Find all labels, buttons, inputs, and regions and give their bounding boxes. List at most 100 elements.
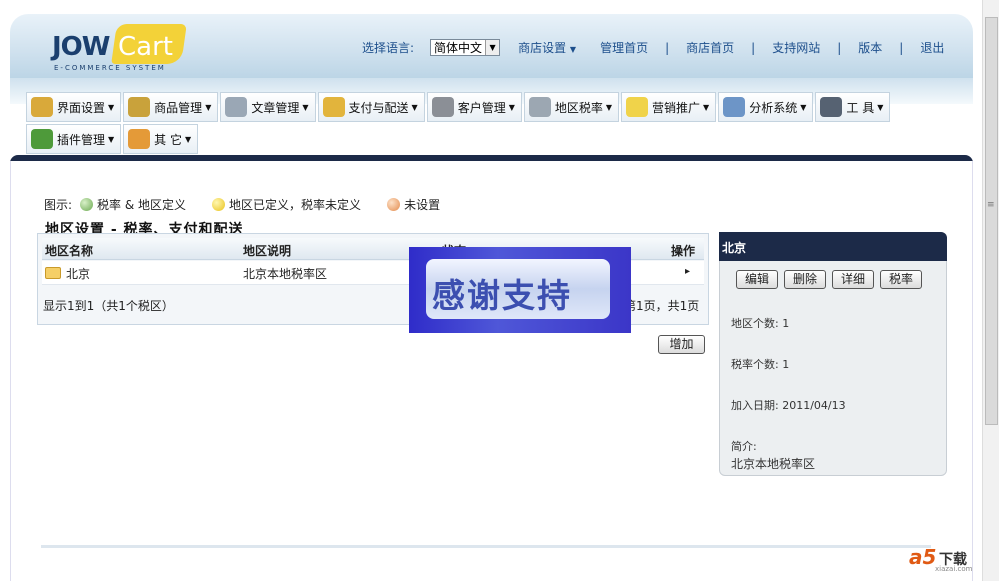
- caret-down-icon: ▼: [411, 102, 418, 112]
- legend-item-unset: 未设置: [404, 198, 441, 212]
- monitor-icon: [31, 97, 53, 117]
- add-zone-button[interactable]: 增加: [658, 335, 705, 354]
- main-menu-row-2: 插件管理 ▼ 其 它 ▼: [26, 124, 946, 154]
- version-link[interactable]: 版本: [858, 39, 882, 56]
- user-icon: [431, 97, 454, 117]
- a5-brand: a5: [909, 545, 937, 569]
- caret-down-icon: ▼: [800, 102, 807, 112]
- detail-panel: 北京 编辑 删除 详细 税率 地区个数: 1 税率个数: 1 加入日期: 201…: [719, 232, 947, 476]
- watermark-banner-text: 感谢支持: [432, 276, 572, 315]
- logo[interactable]: JOW Cart E-COMMERCE SYSTEM: [52, 24, 192, 72]
- menu-item-tools[interactable]: 工 具 ▼: [815, 92, 891, 122]
- zone-description: 北京本地税率区: [243, 267, 328, 281]
- menu-item-label: 插件管理: [57, 132, 106, 147]
- store-settings-label: 商店设置: [518, 41, 567, 55]
- vertical-scrollbar[interactable]: ≡: [982, 0, 999, 581]
- plugin-icon: [31, 129, 53, 149]
- menu-item-user[interactable]: 客户管理 ▼: [426, 92, 522, 122]
- header: JOW Cart E-COMMERCE SYSTEM 选择语言: 简体中文 ▼ …: [10, 14, 973, 78]
- details-button[interactable]: 详细: [832, 270, 875, 289]
- caret-down-icon: ▼: [302, 102, 309, 112]
- chevron-down-icon[interactable]: ▼: [485, 40, 500, 55]
- menu-item-label: 界面设置: [57, 100, 106, 115]
- edit-button[interactable]: 编辑: [736, 270, 779, 289]
- footer-divider: [41, 545, 931, 548]
- admin-home-link[interactable]: 管理首页: [600, 39, 648, 56]
- pagination-summary: 显示1到1（共1个税区）: [43, 299, 174, 313]
- tools-icon: [820, 97, 843, 117]
- menu-item-label: 支付与配送: [348, 100, 409, 115]
- menu-item-pencil[interactable]: 其 它 ▼: [123, 124, 199, 154]
- logo-text-left: JOW: [52, 32, 110, 62]
- menu-item-label: 地区税率: [554, 100, 603, 115]
- pen-icon: [225, 97, 248, 117]
- folder-icon: [45, 267, 61, 279]
- menu-item-pen[interactable]: 文章管理 ▼: [220, 92, 316, 122]
- intro-label: 简介:: [731, 440, 757, 453]
- top-navigation: 选择语言: 简体中文 ▼ 商店设置 ▼ 管理首页 | 商店首页 | 支持网站 |…: [362, 39, 944, 56]
- green-status-icon: [80, 198, 94, 211]
- pencil-icon: [128, 129, 151, 149]
- caret-down-icon: ▼: [108, 102, 115, 112]
- menu-item-label: 分析系统: [749, 100, 798, 115]
- caret-down-icon: ▼: [877, 102, 884, 112]
- nav-separator: |: [899, 40, 904, 55]
- menu-item-label: 商品管理: [154, 100, 203, 115]
- date-added: 加入日期: 2011/04/13: [731, 399, 846, 412]
- scrollbar-thumb[interactable]: [985, 17, 998, 425]
- menu-item-label: 工 具: [846, 100, 875, 115]
- menu-item-products[interactable]: 商品管理 ▼: [123, 92, 219, 122]
- scrollbar-grip-icon: ≡: [987, 200, 995, 210]
- menu-item-monitor[interactable]: 界面设置 ▼: [26, 92, 122, 122]
- detail-actions: 编辑 删除 详细 税率: [736, 270, 928, 289]
- orange-status-icon: [387, 198, 401, 211]
- detail-panel-title: 北京: [719, 232, 947, 261]
- menu-item-lightbulb[interactable]: 营销推广 ▼: [621, 92, 717, 122]
- column-header-name[interactable]: 地区名称: [45, 242, 93, 259]
- caret-down-icon: ▼: [605, 102, 613, 112]
- nav-separator: |: [665, 40, 670, 55]
- lightbulb-icon: [626, 97, 649, 117]
- caret-down-icon: ▼: [185, 134, 192, 144]
- intro-text: 北京本地税率区: [731, 457, 816, 471]
- menu-item-label: 营销推广: [652, 100, 701, 115]
- caret-down-icon: ▼: [205, 102, 212, 112]
- nav-separator: |: [751, 40, 756, 55]
- column-header-action: 操作: [671, 244, 696, 258]
- main-menu-row-1: 界面设置 ▼ 商品管理 ▼ 文章管理 ▼ 支付与配送 ▼ 客户管理 ▼ 地区税率 ▼ 营销推广 ▼ 分析系统…: [26, 92, 946, 122]
- main-menu: 界面设置 ▼ 商品管理 ▼ 文章管理 ▼ 支付与配送 ▼ 客户管理 ▼ 地区税率 ▼ 营销推广 ▼ 分析系统…: [26, 92, 946, 154]
- menu-item-plugin[interactable]: 插件管理 ▼: [26, 124, 122, 154]
- menu-item-label: 文章管理: [251, 100, 300, 115]
- language-select[interactable]: 简体中文 ▼: [430, 39, 501, 56]
- column-header-description[interactable]: 地区说明: [243, 242, 291, 259]
- legend-item-defined: 税率 & 地区定义: [97, 198, 187, 212]
- content-area: 图示: 税率 & 地区定义 地区已定义，税率未定义 未设置 地区设置 - 税率、…: [10, 161, 973, 581]
- watermark-banner-inner: 感谢支持: [426, 259, 610, 319]
- logo-tagline: E-COMMERCE SYSTEM: [54, 64, 166, 72]
- admin-window: JOW Cart E-COMMERCE SYSTEM 选择语言: 简体中文 ▼ …: [10, 14, 973, 581]
- box-icon: [322, 97, 345, 117]
- store-home-link[interactable]: 商店首页: [686, 39, 734, 56]
- caret-down-icon: ▼: [569, 45, 577, 54]
- zone-name: 北京: [66, 267, 91, 281]
- yellow-status-icon: [212, 198, 226, 211]
- row-arrow-icon[interactable]: ▸: [685, 266, 690, 277]
- support-site-link[interactable]: 支持网站: [772, 39, 820, 56]
- tax-rate-button[interactable]: 税率: [880, 270, 923, 289]
- pagination-pages: 第1页，共1页: [624, 299, 700, 313]
- caret-down-icon: ▼: [108, 134, 115, 144]
- delete-button[interactable]: 删除: [784, 270, 827, 289]
- nav-separator: |: [837, 40, 842, 55]
- a5-watermark-logo: a5 下载 xiazai.com: [909, 545, 985, 575]
- menu-item-chart[interactable]: 分析系统 ▼: [718, 92, 814, 122]
- language-value: 简体中文: [434, 41, 483, 55]
- store-settings-link[interactable]: 商店设置 ▼: [518, 39, 576, 56]
- menu-item-label: 其 它: [154, 132, 182, 147]
- language-label: 选择语言:: [362, 41, 415, 55]
- legend-prefix: 图示:: [44, 198, 73, 212]
- menu-item-box[interactable]: 支付与配送 ▼: [317, 92, 425, 122]
- legend: 图示: 税率 & 地区定义 地区已定义，税率未定义 未设置: [44, 196, 440, 213]
- menu-item-document[interactable]: 地区税率 ▼: [523, 92, 620, 122]
- caret-down-icon: ▼: [703, 102, 710, 112]
- logout-link[interactable]: 退出: [920, 39, 944, 56]
